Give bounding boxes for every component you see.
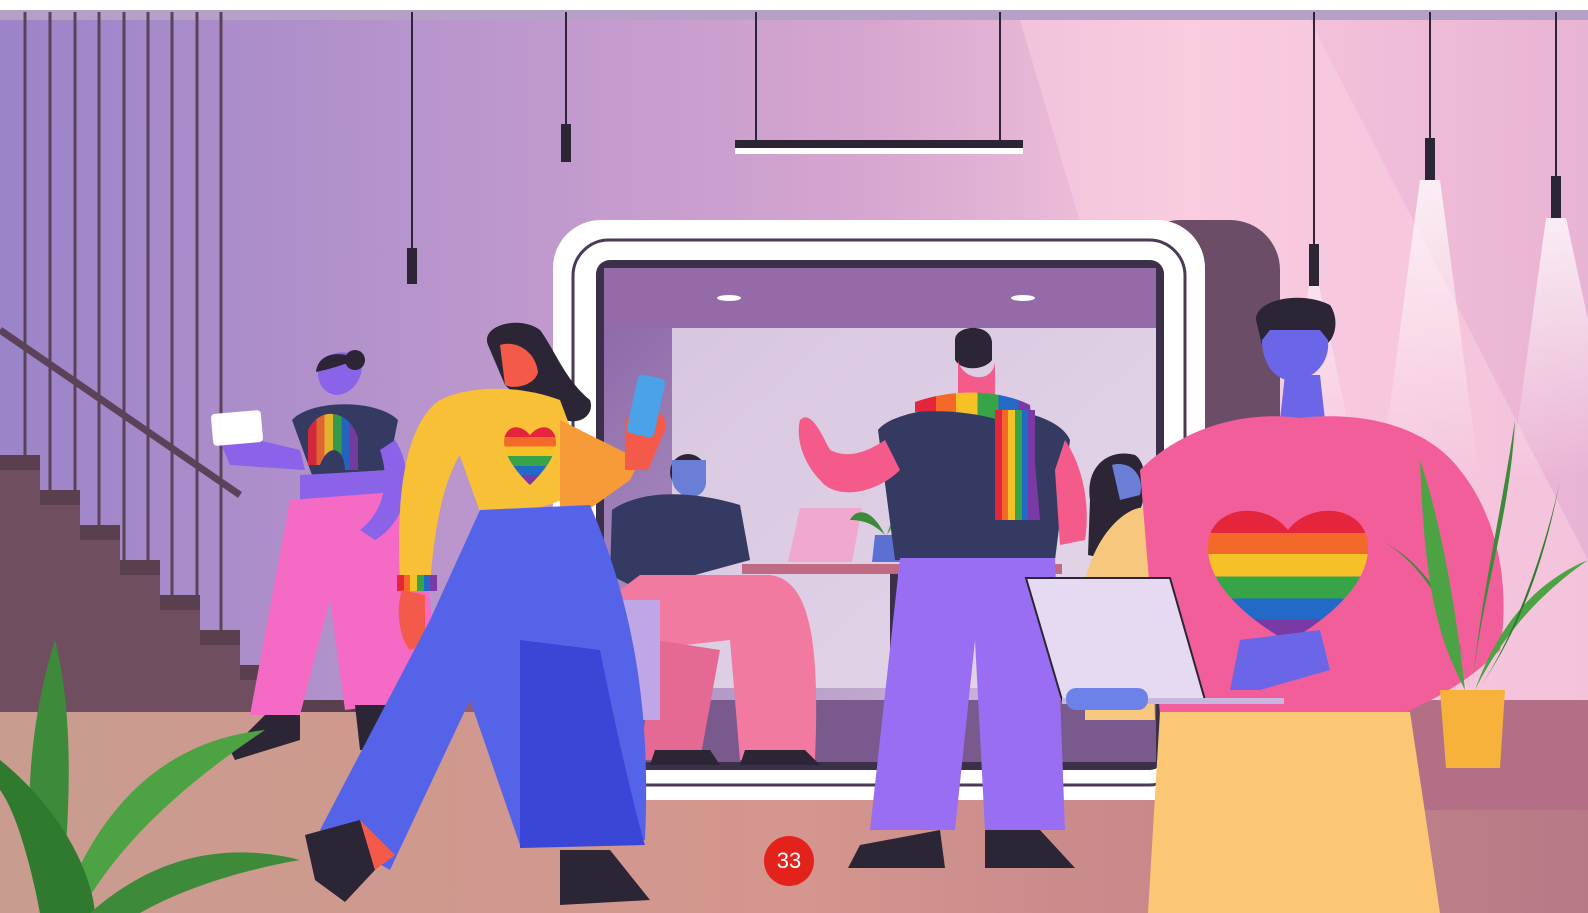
page-number-badge[interactable]: 33 (764, 836, 814, 886)
office-illustration (0, 10, 1588, 913)
ceiling-strip (0, 10, 1588, 20)
pod-laptop (788, 508, 862, 562)
tablet-device (211, 410, 263, 446)
